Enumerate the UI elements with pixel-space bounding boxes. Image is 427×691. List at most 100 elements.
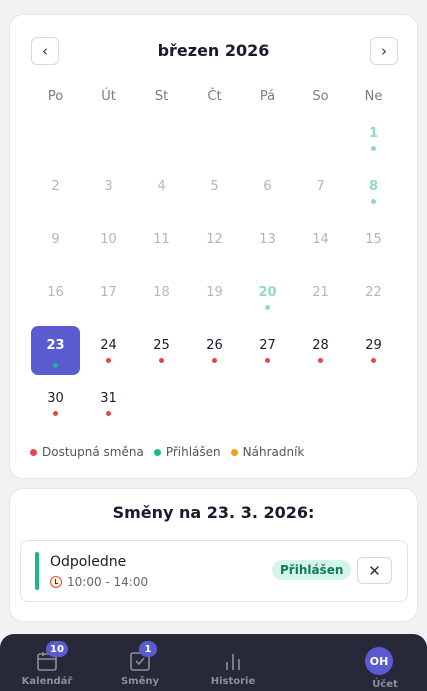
day-cell[interactable]: 26 [188,324,241,377]
legend-registered: Přihlášen [153,445,221,459]
shift-item[interactable]: Odpoledne 10:00 - 14:00 Přihlášen ✕ [20,540,408,602]
nav-label: Kalendář [21,676,73,687]
day-cell[interactable]: 17 [82,271,135,324]
bar-chart-icon [226,654,240,670]
empty-day-cell [241,112,294,165]
day-number: 16 [47,285,64,300]
status-badge: Přihlášen [272,560,352,580]
alarm-clock-icon [50,576,62,588]
calendar-legend: Dostupná směna Přihlášen Náhradník [30,445,314,459]
shift-time-text: 10:00 - 14:00 [67,575,149,589]
calendar-card: ‹ březen 2026 › Po Út St Čt Pá So Ne 123… [9,14,418,479]
day-cell[interactable]: 18 [135,271,188,324]
day-cell[interactable]: 20 [241,271,294,324]
day-cell[interactable]: 19 [188,271,241,324]
available-shift-dot-icon [106,358,111,363]
day-cell[interactable]: 22 [347,271,400,324]
shift-time: 10:00 - 14:00 [50,575,148,589]
legend-label: Dostupná směna [42,445,144,459]
weekday-header: Čt [207,88,222,104]
available-dot-icon [30,448,37,456]
cancel-shift-button[interactable]: ✕ [357,557,392,584]
day-number: 21 [312,285,329,300]
notification-badge: 10 [46,641,68,657]
day-cell[interactable]: 16 [29,271,82,324]
day-number: 14 [312,232,329,247]
nav-label: Historie [210,676,256,687]
day-cell[interactable]: 27 [241,324,294,377]
registered-dot-icon [371,146,376,151]
avatar: OH [365,647,393,675]
shift-status-bar [35,552,39,590]
day-cell[interactable]: 8 [347,165,400,218]
day-cell[interactable]: 21 [294,271,347,324]
day-cell[interactable]: 25 [135,324,188,377]
legend-label: Náhradník [242,445,305,459]
day-number: 28 [312,338,329,353]
weekday-header: So [312,88,329,104]
day-number: 2 [51,179,60,194]
day-cell[interactable]: 28 [294,324,347,377]
day-number: 23 [46,338,65,353]
day-number: 18 [153,285,170,300]
legend-available: Dostupná směna [30,445,144,459]
day-cell[interactable]: 24 [82,324,135,377]
registered-dot-icon [371,199,376,204]
day-cell[interactable]: 14 [294,218,347,271]
day-number: 7 [316,179,325,194]
selected-day-cell[interactable]: 23 [29,324,82,377]
legend-substitute: Náhradník [230,445,305,459]
empty-day-cell [82,112,135,165]
day-number: 27 [259,338,276,353]
nav-item-account[interactable]: OH Účet [350,634,420,691]
day-cell[interactable]: 11 [135,218,188,271]
day-cell[interactable]: 1 [347,112,400,165]
day-cell[interactable]: 6 [241,165,294,218]
available-shift-dot-icon [53,411,58,416]
day-cell[interactable]: 13 [241,218,294,271]
day-cell[interactable]: 30 [29,377,82,430]
next-month-button[interactable]: › [370,37,398,65]
day-number: 26 [206,338,223,353]
day-number: 30 [47,391,64,406]
weekday-header: St [154,88,169,104]
day-number: 4 [157,179,166,194]
nav-item-shifts[interactable]: 1 Směny [105,634,175,691]
day-cell[interactable]: 3 [82,165,135,218]
day-cell[interactable]: 15 [347,218,400,271]
day-cell[interactable]: 4 [135,165,188,218]
day-number: 3 [104,179,113,194]
day-number: 5 [210,179,219,194]
available-shift-dot-icon [371,358,376,363]
available-shift-dot-icon [212,358,217,363]
day-cell[interactable]: 7 [294,165,347,218]
nav-item-history[interactable]: Historie [198,634,268,691]
weekday-header: Ne [364,88,383,104]
registered-dot-icon [53,363,58,368]
day-number: 11 [153,232,170,247]
day-number: 15 [365,232,382,247]
day-number: 31 [100,391,117,406]
nav-label: Směny [120,676,160,687]
day-cell[interactable]: 12 [188,218,241,271]
legend-label: Přihlášen [165,445,221,459]
empty-day-cell [29,112,82,165]
month-title: březen 2026 [157,41,270,60]
day-cell[interactable]: 10 [82,218,135,271]
day-cell[interactable]: 9 [29,218,82,271]
day-cell[interactable]: 31 [82,377,135,430]
empty-day-cell [294,112,347,165]
available-shift-dot-icon [159,358,164,363]
day-cell[interactable]: 29 [347,324,400,377]
nav-label: Účet [372,679,398,690]
day-number: 19 [206,285,223,300]
empty-day-cell [188,112,241,165]
registered-dot-icon [265,305,270,310]
day-number: 10 [100,232,117,247]
weekday-header: Pá [259,88,276,104]
day-cell[interactable]: 5 [188,165,241,218]
day-number: 24 [100,338,117,353]
day-cell[interactable]: 2 [29,165,82,218]
nav-item-calendar[interactable]: 10 Kalendář [12,634,82,691]
available-shift-dot-icon [106,411,111,416]
